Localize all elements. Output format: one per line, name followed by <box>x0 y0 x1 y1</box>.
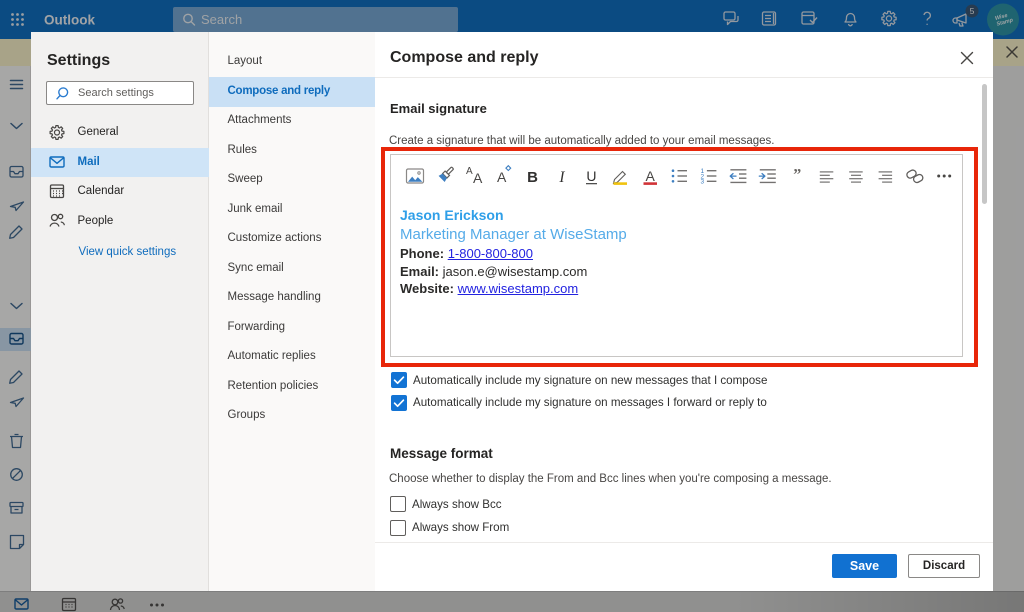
svg-text:B: B <box>527 169 538 186</box>
svg-text:A: A <box>645 168 655 184</box>
svg-text:A: A <box>466 166 473 177</box>
svg-text:”: ” <box>793 167 801 184</box>
svg-text:A: A <box>473 170 483 186</box>
svg-text:I: I <box>558 169 565 186</box>
svg-text:A: A <box>497 169 507 185</box>
svg-text:3: 3 <box>700 179 704 186</box>
svg-text:U: U <box>586 168 596 184</box>
